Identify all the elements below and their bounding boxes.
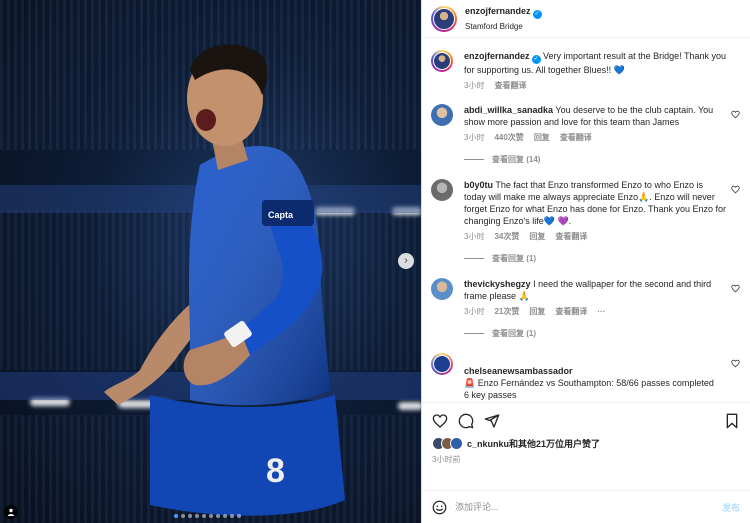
carousel-dot	[237, 514, 241, 518]
comment-text: The fact that Enzo transformed Enzo to w…	[464, 180, 726, 226]
commenter-avatar[interactable]	[431, 104, 453, 126]
comment: b0y0tu The fact that Enzo transformed En…	[431, 179, 740, 243]
add-comment-bar: 发布	[422, 490, 750, 523]
post-sidebar: enzojfernandez ✓ Stamford Bridge enzojfer…	[421, 0, 750, 523]
comment: thevickyshegzy I need the wallpaper for …	[431, 278, 740, 318]
comment: chelseanewsambassador 🚨 Enzo Fernández v…	[431, 353, 740, 402]
carousel-dot	[209, 514, 213, 518]
more-options-icon[interactable]: ···	[597, 306, 605, 318]
comment-like-heart-icon[interactable]	[731, 359, 740, 368]
carousel-dot	[230, 514, 234, 518]
author-avatar[interactable]	[431, 5, 457, 32]
carousel-dot	[195, 514, 199, 518]
comment-time[interactable]: 3小时	[464, 306, 484, 318]
comment-likes[interactable]: 440次赞	[494, 132, 523, 144]
chevron-right-icon: ›	[404, 255, 408, 266]
translate-button[interactable]: 查看翻译	[555, 306, 587, 318]
user-icon	[7, 508, 15, 516]
post-header: enzojfernandez ✓ Stamford Bridge	[422, 0, 750, 38]
emoji-icon[interactable]	[432, 500, 447, 515]
carousel-dots	[174, 514, 241, 518]
caption-time[interactable]: 3小时	[464, 80, 484, 92]
next-photo-button[interactable]: ›	[398, 253, 414, 269]
reply-button[interactable]: 回复	[534, 132, 550, 144]
liker-avatars	[432, 437, 463, 450]
carousel-dot	[174, 514, 178, 518]
post-comment-button[interactable]: 发布	[722, 501, 740, 514]
comment-icon[interactable]	[458, 413, 474, 429]
translate-button[interactable]: 查看翻译	[555, 231, 587, 243]
tagged-users-button[interactable]	[4, 505, 18, 519]
svg-text:Capta: Capta	[268, 210, 294, 220]
carousel-dot	[202, 514, 206, 518]
verified-badge-icon: ✓	[532, 10, 542, 19]
verified-badge-icon: ✓	[531, 55, 541, 64]
caption-username[interactable]: enzojfernandez	[464, 51, 530, 61]
post-caption: enzojfernandez ✓ Very important result at…	[431, 50, 740, 92]
comment-input[interactable]	[455, 502, 722, 512]
carousel-dot	[188, 514, 192, 518]
commenter-avatar[interactable]	[431, 179, 453, 201]
commenter-username[interactable]: chelseanewsambassador	[464, 366, 573, 376]
comment-likes[interactable]: 34次赞	[494, 231, 519, 243]
instagram-post: Capta 8 › enzojfernandez ✓ Stamford Brid…	[0, 0, 750, 523]
comment-time[interactable]: 3小时	[464, 231, 484, 243]
comment-likes[interactable]: 21次赞	[494, 306, 519, 318]
post-time[interactable]: 3小时前	[432, 454, 740, 465]
comment-like-heart-icon[interactable]	[731, 110, 740, 119]
view-replies-button[interactable]: 查看回复 (14)	[464, 154, 740, 165]
bookmark-icon[interactable]	[724, 413, 740, 429]
view-replies-button[interactable]: 查看回复 (1)	[464, 328, 740, 339]
reply-button[interactable]: 回复	[529, 231, 545, 243]
commenter-avatar[interactable]	[431, 353, 453, 375]
carousel-dot	[223, 514, 227, 518]
translate-button[interactable]: 查看翻译	[560, 132, 592, 144]
heart-icon[interactable]	[432, 413, 448, 429]
share-icon[interactable]	[484, 413, 500, 429]
comment-time[interactable]: 3小时	[464, 132, 484, 144]
comment-like-heart-icon[interactable]	[731, 284, 740, 293]
likes-count-text[interactable]: 和其他21万位用户赞了	[509, 439, 600, 449]
author-username[interactable]: enzojfernandez	[465, 6, 531, 16]
post-location[interactable]: Stamford Bridge	[465, 22, 542, 31]
carousel-dot	[216, 514, 220, 518]
comments-list[interactable]: enzojfernandez ✓ Very important result at…	[422, 38, 750, 402]
comment-text: 🚨 Enzo Fernández vs Southampton: 58/66 p…	[464, 378, 714, 400]
post-photo[interactable]: Capta 8 ›	[0, 0, 421, 523]
view-replies-button[interactable]: 查看回复 (1)	[464, 253, 740, 264]
author-avatar[interactable]	[431, 50, 453, 72]
action-bar: c_nkunku和其他21万位用户赞了 3小时前	[422, 402, 750, 490]
commenter-username[interactable]: b0y0tu	[464, 180, 493, 190]
carousel-dot	[181, 514, 185, 518]
player-celebrating: Capta 8	[104, 44, 345, 516]
translate-button[interactable]: 查看翻译	[494, 80, 526, 92]
reply-button[interactable]: 回复	[529, 306, 545, 318]
liker-username[interactable]: c_nkunku	[467, 439, 509, 449]
comment-like-heart-icon[interactable]	[731, 185, 740, 194]
likes-summary[interactable]: c_nkunku和其他21万位用户赞了	[432, 437, 740, 450]
commenter-username[interactable]: thevickyshegzy	[464, 279, 531, 289]
commenter-avatar[interactable]	[431, 278, 453, 300]
commenter-username[interactable]: abdi_willka_sanadka	[464, 105, 553, 115]
svg-text:8: 8	[266, 452, 285, 490]
comment: abdi_willka_sanadka You deserve to be th…	[431, 104, 740, 144]
